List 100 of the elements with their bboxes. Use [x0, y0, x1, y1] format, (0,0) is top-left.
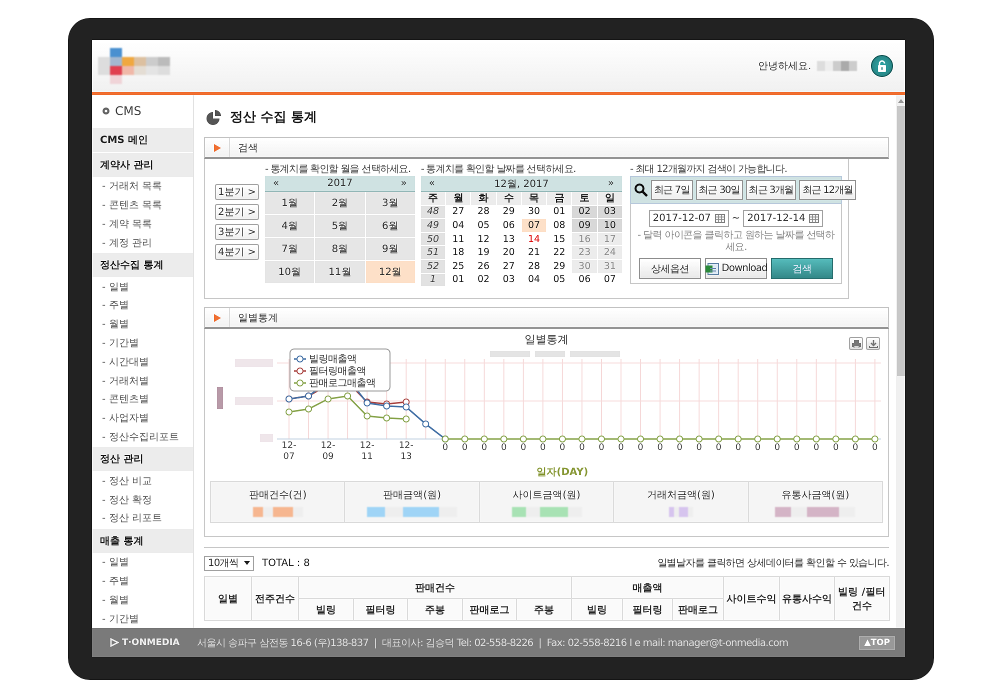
column-header: 사이트수익 [723, 576, 780, 620]
quarter-button[interactable]: 3분기 > [215, 224, 259, 240]
sidebar-item[interactable]: - 시간대별 [102, 354, 149, 369]
day-cell: 16 [572, 232, 597, 246]
hint-text: - 통계치를 확인할 월을 선택하세요. [265, 163, 411, 176]
month-cell[interactable]: 11월 [315, 261, 365, 283]
preset-button[interactable]: 최근 30일 [696, 180, 743, 200]
weekday-header: 화 [471, 192, 496, 205]
date-field[interactable]: 2017-12-14 [743, 210, 824, 227]
page-size-select[interactable]: 10개씩 [204, 556, 254, 570]
calendar-icon[interactable] [714, 214, 725, 223]
sidebar-item[interactable]: - 정산수집리포트 [102, 430, 179, 444]
weekday-header: 목 [522, 192, 546, 205]
day-cell[interactable]: 09 [572, 219, 597, 232]
quarter-button[interactable]: 4분기 > [215, 244, 259, 260]
axis-label: 12-11 [358, 441, 376, 463]
sidebar-item[interactable]: - 주별 [102, 298, 129, 312]
prev-month-link[interactable]: « [428, 178, 435, 189]
point-label: 0 [579, 443, 585, 453]
sidebar-section[interactable]: 정산 관리 [92, 446, 193, 472]
weekday-header: 월 [446, 192, 470, 205]
weekday-header: 토 [572, 192, 597, 205]
hint-text: - 최대 12개월까지 검색이 가능합니다. [630, 163, 787, 176]
day-cell[interactable]: 02 [572, 206, 597, 218]
prev-year-link[interactable]: « [273, 178, 280, 189]
day-cell[interactable]: 10 [598, 219, 622, 232]
point-label: 0 [598, 443, 604, 453]
print-button[interactable] [849, 337, 863, 350]
summary-label: 거래처금액(원) [647, 488, 715, 502]
month-cell[interactable]: 6월 [366, 215, 415, 237]
axis-label: 12-09 [320, 441, 336, 463]
greeting: 안녕하세요. [758, 60, 811, 73]
week-number: 48 [420, 206, 446, 218]
month-cell[interactable]: 5월 [315, 215, 365, 237]
next-month-link[interactable]: » [608, 178, 614, 189]
day-cell[interactable]: 03 [598, 206, 622, 218]
point-label: 0 [872, 443, 878, 453]
month-cell[interactable]: 3월 [366, 192, 415, 214]
options-button[interactable]: 상세옵션 [639, 258, 701, 279]
sidebar-section[interactable]: 계약사 관리 [92, 152, 193, 177]
column-header: 빌링 /필터건수 [834, 576, 890, 620]
month-cell[interactable]: 2월 [315, 192, 365, 214]
month-cell[interactable]: 4월 [265, 215, 314, 237]
next-year-link[interactable]: » [400, 178, 407, 189]
point-label: 0 [754, 443, 761, 453]
sidebar-section[interactable]: CMS 메인 [92, 127, 193, 152]
column-header: 판매로그 [672, 598, 724, 620]
sidebar-item[interactable]: - 정산 리포트 [102, 511, 162, 526]
sidebar-item[interactable]: - 일별 [102, 555, 129, 570]
year-label: 2017 [327, 178, 353, 189]
point-label: 0 [540, 443, 546, 453]
sidebar-item[interactable]: - 기간별 [102, 612, 139, 626]
week-number: 49 [420, 219, 446, 232]
point-label: 0 [618, 443, 624, 453]
preset-button[interactable]: 최근 3개월 [746, 180, 796, 200]
quarter-button[interactable]: 1분기 > [215, 184, 259, 200]
day-cell[interactable]: 07 [522, 219, 546, 232]
redacted-block [260, 434, 273, 442]
download-button[interactable]: Download [705, 258, 767, 279]
date-field[interactable]: 2017-12-07 [648, 210, 729, 227]
download-icon [868, 340, 878, 348]
sidebar-item[interactable]: - 콘텐츠 목록 [102, 198, 162, 212]
brand-icon [110, 638, 119, 647]
preset-button[interactable]: 최근 7일 [651, 180, 693, 200]
brand-name: T·ONMEDIA [122, 638, 180, 648]
hint-text: - 통계치를 확인할 날짜를 선택하세요. [420, 163, 576, 176]
axis-label: 12-13 [398, 441, 415, 463]
month-cell[interactable]: 12월 [366, 261, 415, 283]
sidebar-item[interactable]: - 일별 [102, 280, 129, 294]
sidebar-item[interactable]: - 기간별 [102, 336, 139, 350]
sidebar-section[interactable]: 매출 통계 [92, 528, 193, 553]
sidebar-item[interactable]: - 월별 [102, 592, 129, 607]
sidebar-section[interactable]: 정산수집 통계 [92, 252, 193, 278]
sidebar-item[interactable]: - 사업자별 [102, 411, 149, 426]
column-header: 빌링 [298, 598, 354, 620]
week-number: 1 [420, 274, 446, 286]
lock-button[interactable] [871, 55, 893, 77]
month-cell[interactable]: 1월 [265, 192, 314, 214]
month-cell[interactable]: 8월 [315, 238, 365, 260]
sidebar-item[interactable]: - 계약 목록 [102, 216, 152, 231]
section-header: 일별통계 [204, 307, 889, 329]
preset-button[interactable]: 최근 12개월 [799, 180, 856, 200]
sidebar-item[interactable]: - 월별 [102, 317, 129, 332]
sidebar-item[interactable]: - 주별 [102, 574, 129, 588]
sidebar-item[interactable]: - 계정 관리 [102, 236, 152, 250]
sidebar-item[interactable]: - 콘텐츠별 [102, 392, 149, 406]
sidebar-item[interactable]: - 거래처 목록 [102, 179, 162, 194]
weekday-header: 금 [547, 192, 572, 205]
calendar-icon[interactable] [809, 214, 820, 223]
sidebar-item[interactable]: - 정산 비교 [102, 474, 152, 488]
point-label: 0 [813, 443, 820, 453]
month-cell[interactable]: 10월 [265, 261, 314, 283]
sidebar-item[interactable]: - 정산 확정 [102, 492, 152, 507]
sidebar-item[interactable]: - 거래처별 [102, 374, 149, 388]
month-cell[interactable]: 7월 [265, 238, 314, 260]
month-cell[interactable]: 9월 [366, 238, 415, 260]
day-cell: 23 [572, 246, 597, 259]
weekday-header: 일 [598, 192, 622, 205]
download-button[interactable] [866, 337, 880, 350]
quarter-button[interactable]: 2분기 > [215, 204, 259, 220]
